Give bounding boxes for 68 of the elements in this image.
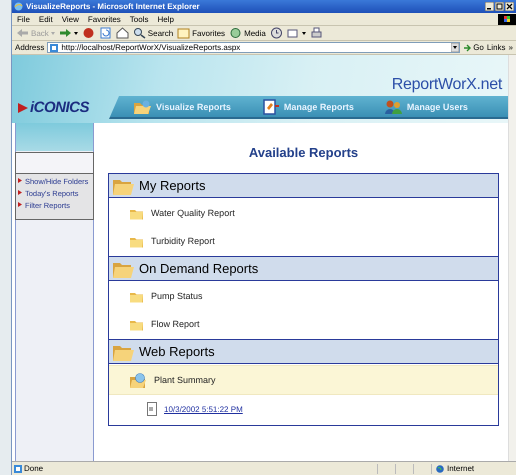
forward-icon	[58, 27, 72, 39]
arrow-icon	[463, 44, 472, 52]
home-icon	[116, 27, 129, 39]
section-header[interactable]: On Demand Reports	[109, 256, 498, 281]
print-button[interactable]	[310, 27, 323, 39]
forward-button[interactable]	[58, 27, 78, 39]
refresh-icon	[98, 27, 112, 39]
bullet-icon	[18, 189, 23, 197]
search-icon	[132, 27, 146, 39]
caret-icon	[302, 32, 306, 34]
scrollbar[interactable]	[508, 55, 516, 461]
folder-icon	[133, 98, 151, 115]
menu-item[interactable]: Favorites	[88, 14, 121, 24]
document-icon	[260, 98, 279, 115]
caret-icon	[50, 32, 55, 34]
report-link[interactable]: 10/3/2002 5:51:22 PM	[164, 404, 243, 414]
globe-icon	[436, 464, 444, 472]
menu-item[interactable]: Help	[157, 14, 174, 24]
address-label: Address	[15, 43, 44, 52]
more-chevron[interactable]: »	[508, 43, 513, 52]
section-header[interactable]: My Reports	[109, 173, 498, 198]
page-heading: Available Reports	[248, 145, 360, 160]
bullet-icon	[18, 201, 23, 209]
report-row[interactable]: Water Quality Report	[109, 199, 498, 227]
stop-icon	[82, 27, 95, 39]
search-button[interactable]: Search	[132, 27, 174, 39]
report-row[interactable]: 10/3/2002 5:51:22 PM	[109, 395, 498, 423]
close-icon[interactable]	[505, 2, 514, 11]
menu-item[interactable]: File	[17, 14, 30, 24]
zone-label: Internet	[447, 464, 474, 473]
mail-button[interactable]	[286, 27, 306, 39]
home-button[interactable]	[116, 27, 129, 39]
users-icon	[384, 98, 402, 115]
browser-icon	[14, 2, 23, 11]
bullet-icon	[18, 177, 23, 185]
back-icon	[16, 27, 29, 39]
report-row[interactable]: Pump Status	[109, 282, 498, 310]
go-button[interactable]: Go	[463, 43, 484, 52]
windows-logo-icon	[498, 14, 516, 24]
menu-item[interactable]: View	[62, 14, 79, 24]
minimize-icon[interactable]	[485, 2, 494, 11]
address-field[interactable]: http://localhost/ReportWorX/VisualizeReports.aspx	[47, 42, 460, 53]
menu-item[interactable]: Edit	[38, 14, 53, 24]
favorites-button[interactable]: Favorites	[177, 27, 226, 39]
links-label[interactable]: Links	[486, 43, 506, 52]
window-title: VisualizeReports - Microsoft Internet Explorer	[26, 2, 201, 11]
report-row[interactable]: Turbidity Report	[109, 227, 498, 255]
report-row[interactable]: Flow Report	[109, 310, 498, 338]
triangle-icon	[18, 102, 28, 112]
page-icon	[14, 464, 22, 472]
maximize-icon[interactable]	[495, 2, 504, 11]
history-button[interactable]	[270, 27, 283, 39]
stop-button[interactable]	[82, 27, 95, 39]
dropdown-icon[interactable]	[451, 43, 460, 52]
media-button[interactable]: Media	[229, 27, 266, 39]
logo: iCONICS	[12, 99, 109, 116]
status-text: Done	[24, 464, 44, 473]
menu-item[interactable]: Tools	[130, 14, 148, 24]
selected-report-row[interactable]: Plant Summary	[109, 365, 498, 395]
page-icon	[50, 44, 58, 52]
history-icon	[270, 27, 283, 39]
folder-globe-icon	[129, 371, 147, 389]
section-header[interactable]: Web Reports	[109, 339, 498, 364]
print-icon	[310, 27, 323, 39]
product-name: ReportWorX.net	[392, 76, 502, 94]
refresh-button[interactable]	[98, 27, 112, 39]
document-icon	[147, 402, 157, 416]
caret-icon	[74, 32, 78, 34]
